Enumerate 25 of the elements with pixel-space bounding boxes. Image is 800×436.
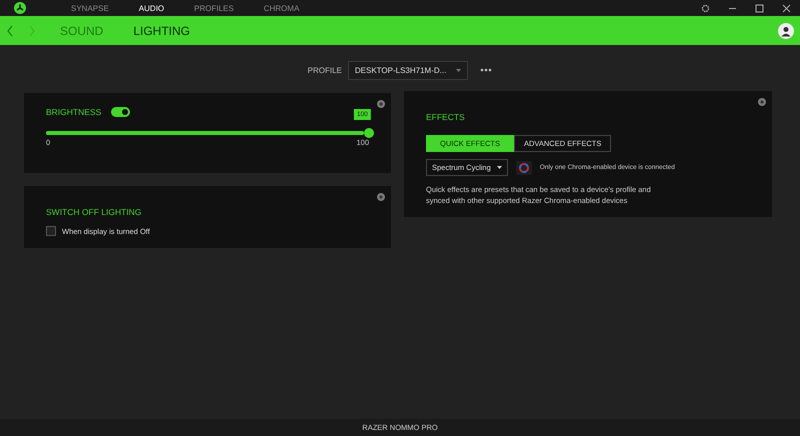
caret-icon [496, 166, 502, 169]
nav-tab[interactable]: PROFILES [180, 4, 250, 12]
settings-icon[interactable] [701, 4, 710, 12]
card-title: EFFECTS [426, 112, 465, 122]
help-icon[interactable] [377, 193, 385, 201]
slider-thumb[interactable] [364, 128, 374, 138]
close-icon[interactable] [782, 4, 791, 12]
card-title: SWITCH OFF LIGHTING [46, 207, 142, 217]
profile-label: PROFILE [308, 66, 342, 74]
help-icon[interactable] [758, 98, 766, 106]
nav-tab[interactable]: AUDIO [124, 4, 180, 12]
color-wheel-icon [518, 162, 529, 172]
sub-tab[interactable]: LIGHTING [133, 24, 190, 38]
more-icon[interactable] [480, 68, 492, 72]
brightness-toggle[interactable] [111, 107, 130, 117]
nav-tab[interactable]: CHROMA [250, 4, 316, 12]
help-icon[interactable] [377, 100, 385, 108]
avatar-icon[interactable] [778, 22, 794, 38]
checkbox[interactable] [46, 226, 56, 236]
nav-tab[interactable]: SYNAPSE [57, 4, 125, 12]
caret-icon [456, 68, 462, 72]
profile-dropdown[interactable]: DESKTOP-LS3H71M-D... [348, 60, 468, 80]
card-title: BRIGHTNESS [46, 107, 102, 117]
back-icon[interactable] [6, 24, 14, 36]
maximize-icon[interactable] [755, 4, 764, 12]
